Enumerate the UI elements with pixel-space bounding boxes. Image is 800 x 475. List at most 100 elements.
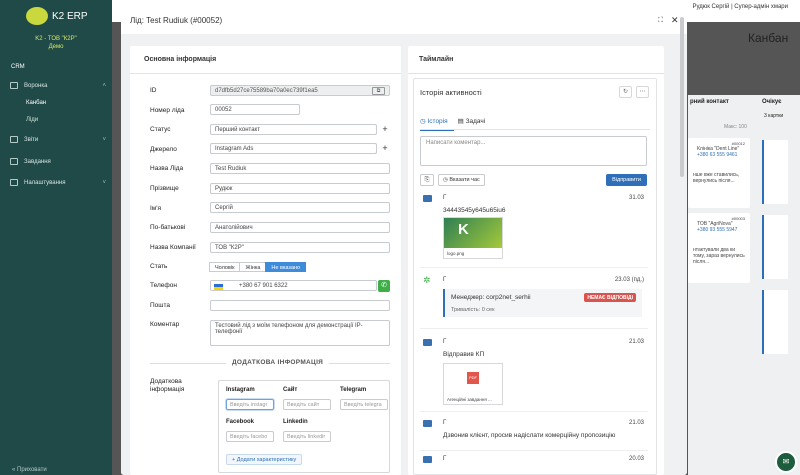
linkedin-input[interactable]: Введіть linkedir (283, 431, 331, 442)
set-time-button[interactable]: ◷ Вказати час (438, 174, 485, 186)
tasks-icon (10, 158, 18, 165)
lead-name-label: Назва Ліда (150, 165, 184, 172)
telegram-input[interactable]: Введіть telegra (340, 399, 388, 410)
activity-title: Історія активності (420, 88, 482, 97)
call-details: Менеджер: corp2net_serhii Тривалість: 0 … (443, 289, 642, 317)
lead-number-field[interactable]: 00052 (210, 104, 300, 115)
kanban-card[interactable] (762, 140, 788, 204)
first-name-field[interactable]: Сергій (210, 202, 390, 213)
gender-option-female[interactable]: Жінка (239, 262, 267, 272)
close-icon[interactable]: ✕ (671, 15, 679, 26)
page-title: Канбан (748, 31, 789, 45)
tabs-underline (420, 129, 650, 130)
call-icon: ✲ (423, 275, 431, 285)
ukraine-flag-icon[interactable] (214, 284, 223, 290)
form-area: ID d7dfb5d27ce75589ba70a0ec739f1ea5 ⧉ Но… (142, 46, 401, 475)
filter-icon[interactable]: ⋯ (636, 86, 649, 98)
collapse-sidebar-button[interactable]: « Приховати (12, 467, 47, 473)
sidebar-item-funnel[interactable]: Воронка ˄ (10, 82, 106, 89)
entry-author: Г (443, 456, 447, 462)
kanban-card[interactable]: #00003 ТОВ "AgriNova" +380 93 555 5947 н… (688, 213, 750, 283)
entry-time: 21.03 (628, 339, 644, 345)
paperclip-icon[interactable]: ⎘ (420, 174, 434, 186)
send-button[interactable]: Відправити (606, 174, 647, 186)
status-select[interactable]: Перший контакт (210, 124, 377, 135)
chat-icon[interactable]: ✉ (775, 451, 797, 473)
entry-text: Дзвонив клієнт, просив надіслати комерці… (443, 432, 616, 439)
copy-icon[interactable]: ⧉ (372, 87, 385, 95)
company-label: Назва Компанії (150, 244, 196, 251)
telegram-label: Telegram (340, 387, 367, 393)
org-name[interactable]: K2 - ТОВ "К2Р" (0, 36, 112, 42)
gender-option-male[interactable]: Чоловік (209, 262, 241, 272)
card-note: нше вже ставились, вернулись після... (693, 172, 740, 184)
sidebar-item-leads[interactable]: Ліди (26, 117, 38, 123)
entry-time: 31.03 (628, 195, 644, 201)
lead-name-field[interactable]: Test Rudiuk (210, 163, 390, 174)
funnel-icon (10, 82, 18, 89)
attachment-name: Агенційні завдання ... (447, 397, 492, 402)
chevron-up-icon: ˄ (102, 82, 106, 89)
timeline-entry: Г 21.03 Відправив КП PDF Агенційні завда… (420, 339, 648, 412)
image-preview: K (444, 218, 502, 248)
sidebar-item-settings[interactable]: Налаштування ˅ (10, 179, 106, 186)
add-attribute-button[interactable]: + Додати характеристику (226, 454, 303, 465)
timeline-entry: Г 31.03 34443545y645u65iu6 K logo.png (420, 195, 648, 268)
source-select[interactable]: Instagram Ads (210, 143, 377, 154)
status-badge: НЕМАЄ ВІДПОВІДІ (584, 293, 636, 302)
instagram-input[interactable]: Введіть instagr (226, 399, 274, 410)
entry-text: 34443545y645u65iu6 (443, 207, 506, 214)
surname-field[interactable]: Рудюк (210, 183, 390, 194)
expand-icon[interactable]: ⛶ (658, 17, 663, 25)
number-label: Номер ліда (150, 107, 185, 114)
phone-call-icon[interactable]: ✆ (378, 280, 390, 292)
comment-label: Коментар (150, 321, 180, 328)
sidebar-item-kanban[interactable]: Канбан (26, 100, 46, 106)
sidebar-item-reports[interactable]: Звіти ˅ (10, 136, 106, 143)
company-field[interactable]: ТОВ "К2Р" (210, 242, 390, 253)
kanban-card[interactable]: #00012 Клініка "Dent Line" +380 63 555 9… (688, 138, 750, 208)
patronymic-field[interactable]: Анатолійович (210, 222, 390, 233)
logo-text: K2 ERP (52, 10, 88, 22)
logo-icon (26, 7, 48, 25)
attachment-thumbnail[interactable]: PDF Агенційні завдання ... (443, 363, 503, 405)
divider (408, 73, 664, 74)
kanban-card[interactable] (762, 290, 788, 354)
entry-time: 20.03 (628, 456, 644, 462)
entry-author: Г (443, 277, 447, 283)
extra-info-heading: ДОДАТКОВА ІНФОРМАЦІЯ (226, 359, 330, 366)
sidebar-item-label: Завдання (24, 158, 51, 165)
comment-textarea[interactable]: Тестовий лід з моїм телефоном для демонс… (210, 320, 390, 346)
user-menu[interactable]: Рудюк Сергій | Супер-адмін хмари (692, 4, 788, 10)
gender-option-unspecified[interactable]: Не вказано (265, 262, 307, 272)
site-label: Сайт (283, 387, 298, 393)
call-manager: Менеджер: corp2net_serhii (451, 294, 531, 301)
site-input[interactable]: Введіть сайт (283, 399, 331, 410)
sidebar-item-tasks[interactable]: Завдання (10, 158, 106, 165)
kanban-card[interactable] (762, 215, 788, 279)
card-note: нтактували два ки тому, зараз вернулись … (693, 247, 745, 265)
add-status-button[interactable]: + (380, 124, 390, 135)
entry-author: Г (443, 420, 447, 426)
email-label: Пошта (150, 302, 171, 309)
card-phone[interactable]: +380 93 555 5947 (693, 227, 745, 233)
nav-section-crm: CRM (11, 64, 25, 70)
add-source-button[interactable]: + (380, 143, 390, 154)
email-field[interactable] (210, 300, 390, 311)
timeline-entry-call: ✲ Г 23.03 (пд.) Менеджер: corp2net_serhi… (420, 275, 648, 329)
card-phone[interactable]: +380 63 555 9461 (693, 152, 745, 158)
timeline-entry: Г 20.03 (420, 456, 648, 474)
comment-input[interactable]: Написати коментар... (420, 136, 647, 166)
sidebar-item-label: Звіти (24, 136, 39, 143)
reports-icon (10, 136, 18, 143)
refresh-icon[interactable]: ↻ (619, 86, 632, 98)
kanban-column-count: 3 картки (764, 113, 784, 119)
phone-field[interactable]: +380 67 901 6322 (210, 280, 377, 291)
panel-title: Таймлайн (419, 56, 454, 63)
main-info-panel: Основна інформація ID d7dfb5d27ce75589ba… (130, 46, 401, 475)
scrollbar[interactable] (680, 17, 684, 177)
app-logo[interactable]: K2 ERP (26, 7, 88, 25)
facebook-input[interactable]: Введіть facebo (226, 431, 274, 442)
attachment-thumbnail[interactable]: K logo.png (443, 217, 503, 259)
entry-author: Г (443, 339, 447, 345)
